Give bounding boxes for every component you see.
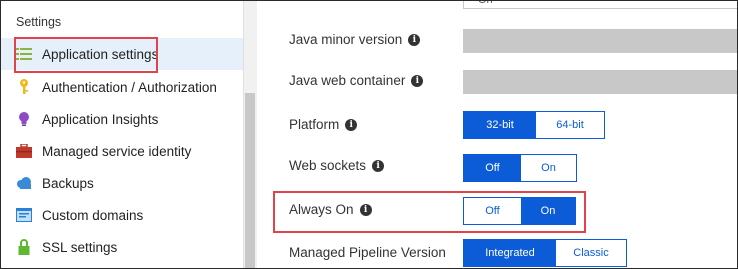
info-icon[interactable]: i [408, 33, 421, 46]
sidebar-item-backups[interactable]: Backups [1, 167, 243, 199]
java-minor-version-label: Java minor version i [289, 32, 421, 47]
always-on-option-off[interactable]: Off [464, 198, 521, 224]
managed-pipeline-option-classic[interactable]: Classic [556, 240, 626, 266]
web-sockets-toggle[interactable]: Off On [463, 154, 577, 182]
sidebar-item-application-insights[interactable]: Application Insights [1, 103, 243, 135]
always-on-text: Always On [289, 202, 354, 217]
sidebar-title: Settings [16, 15, 62, 29]
lightbulb-icon [16, 111, 32, 127]
info-icon[interactable]: i [411, 74, 424, 87]
toolbox-icon [16, 143, 32, 159]
app-frame: Settings Application settings Authentica… [0, 0, 738, 269]
web-sockets-option-off[interactable]: Off [464, 155, 521, 181]
platform-option-64bit[interactable]: 64-bit [536, 112, 604, 138]
platform-toggle[interactable]: 32-bit 64-bit [463, 111, 605, 139]
always-on-label: Always On i [289, 202, 372, 217]
java-web-container-text: Java web container [289, 73, 406, 88]
managed-pipeline-text: Managed Pipeline Version [289, 245, 446, 260]
java-version-label-partial: . [289, 1, 293, 9]
java-web-container-field [463, 70, 737, 94]
web-sockets-option-on[interactable]: On [521, 155, 576, 181]
java-minor-version-field [463, 29, 737, 53]
java-minor-version-text: Java minor version [289, 32, 403, 47]
managed-pipeline-toggle[interactable]: Integrated Classic [463, 239, 627, 267]
sidebar-item-label: Application Insights [42, 111, 159, 127]
platform-label: Platform i [289, 117, 358, 132]
sidebar-item-label: Application settings [42, 46, 159, 62]
web-sockets-label: Web sockets i [289, 158, 385, 173]
sidebar-scrollbar-thumb[interactable] [245, 93, 255, 268]
sidebar-item-ssl-settings[interactable]: SSL settings [1, 231, 243, 263]
settings-sidebar: Settings Application settings Authentica… [1, 1, 243, 268]
sidebar-item-label: Authentication / Authorization [42, 79, 217, 95]
key-icon [16, 79, 32, 95]
sidebar-item-label: Managed service identity [42, 143, 192, 159]
sidebar-item-label: Backups [42, 175, 94, 191]
web-domain-icon [16, 207, 32, 223]
settings-main: . On Java minor version i Java web conta… [257, 1, 737, 268]
always-on-option-on[interactable]: On [521, 198, 575, 224]
always-on-toggle[interactable]: Off On [463, 197, 576, 225]
managed-pipeline-label: Managed Pipeline Version [289, 245, 446, 260]
java-web-container-label: Java web container i [289, 73, 424, 88]
sidebar-item-authentication[interactable]: Authentication / Authorization [1, 71, 243, 103]
info-icon[interactable]: i [345, 118, 358, 131]
platform-option-32bit[interactable]: 32-bit [464, 112, 536, 138]
list-settings-icon [16, 46, 32, 62]
sidebar-item-label: SSL settings [42, 239, 118, 255]
info-icon[interactable]: i [372, 159, 385, 172]
sidebar-item-label: Custom domains [42, 207, 144, 223]
managed-pipeline-option-integrated[interactable]: Integrated [464, 240, 556, 266]
sidebar-item-application-settings[interactable]: Application settings [1, 38, 243, 70]
cloud-icon [16, 175, 32, 191]
platform-text: Platform [289, 117, 340, 132]
java-version-select-partial[interactable]: On [463, 1, 737, 9]
sidebar-item-managed-service-identity[interactable]: Managed service identity [1, 135, 243, 167]
info-icon[interactable]: i [359, 203, 372, 216]
web-sockets-text: Web sockets [289, 158, 367, 173]
sidebar-item-custom-domains[interactable]: Custom domains [1, 199, 243, 231]
lock-icon [16, 239, 32, 255]
